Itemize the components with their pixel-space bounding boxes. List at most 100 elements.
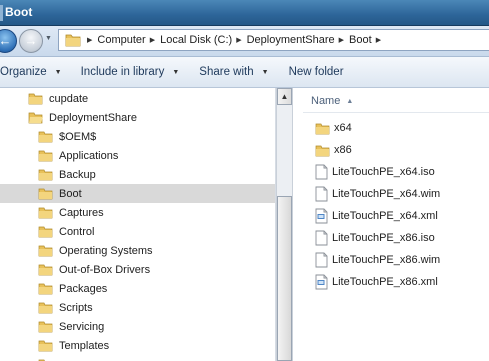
address-bar: ← → ▼ ▶ Computer ▶ Local Disk (C:) ▶ Dep… — [0, 26, 489, 57]
tree-item-cupdate[interactable]: cupdate — [0, 89, 275, 108]
share-with-label: Share with — [199, 66, 254, 78]
folder-icon — [38, 226, 53, 238]
tree-item-label: Operating Systems — [59, 244, 153, 257]
tree-item-label: Control — [59, 225, 95, 238]
recent-pages-dropdown-icon[interactable]: ▼ — [45, 35, 52, 42]
tree-item-out-of-box-drivers[interactable]: Out-of-Box Drivers — [0, 260, 275, 279]
back-button[interactable]: ← — [0, 29, 17, 53]
folder-icon — [38, 131, 53, 143]
tree-item-servicing[interactable]: Servicing — [0, 317, 275, 336]
tree-item-partial[interactable] — [0, 355, 275, 361]
chevron-down-icon: ▼ — [54, 68, 62, 76]
breadcrumb-chevron-icon[interactable]: ▶ — [376, 36, 381, 44]
file-name: LiteTouchPE_x86.iso — [332, 232, 435, 244]
file-name: LiteTouchPE_x64.wim — [332, 188, 441, 200]
breadcrumb-deploymentshare[interactable]: DeploymentShare — [247, 34, 335, 46]
share-with-button[interactable]: Share with ▼ — [199, 66, 268, 78]
back-arrow-icon: ← — [0, 33, 12, 48]
tree-item-operating-systems[interactable]: Operating Systems — [0, 241, 275, 260]
file-icon — [315, 230, 328, 246]
file-item-litetouchpe-x86-iso[interactable]: LiteTouchPE_x86.iso — [315, 228, 435, 248]
tree-item-label: $OEM$ — [59, 130, 97, 143]
new-folder-label: New folder — [288, 66, 344, 78]
address-field[interactable]: ▶ Computer ▶ Local Disk (C:) ▶ Deploymen… — [58, 29, 489, 51]
xml-file-icon — [315, 274, 328, 290]
tree-item-label: Boot — [59, 187, 82, 200]
folder-icon — [38, 321, 53, 333]
new-folder-button[interactable]: New folder — [289, 66, 344, 78]
file-icon — [315, 252, 328, 268]
folder-icon — [28, 93, 43, 105]
scroll-up-arrow-icon: ▲ — [280, 92, 289, 101]
scroll-up-button[interactable]: ▲ — [277, 88, 292, 105]
breadcrumb-boot[interactable]: Boot — [349, 34, 372, 46]
window-icon — [0, 5, 3, 21]
breadcrumb: ▶ Computer ▶ Local Disk (C:) ▶ Deploymen… — [83, 30, 386, 50]
navigation-pane[interactable]: cupdate DeploymentShare $OEM$ Applicatio… — [0, 88, 276, 361]
folder-icon — [38, 207, 53, 219]
folder-icon — [38, 264, 53, 276]
tree-item-label: Scripts — [59, 301, 93, 314]
title-bar[interactable]: Boot — [0, 0, 489, 26]
tree-item-captures[interactable]: Captures — [0, 203, 275, 222]
tree-item-label: Applications — [59, 149, 119, 162]
file-item-litetouchpe-x64-wim[interactable]: LiteTouchPE_x64.wim — [315, 184, 440, 204]
tree-item-deploymentshare[interactable]: DeploymentShare — [0, 108, 275, 127]
folder-icon — [38, 150, 53, 162]
file-name: LiteTouchPE_x86.wim — [332, 254, 441, 266]
tree-item-label: Templates — [59, 339, 110, 352]
forward-button[interactable]: → — [19, 29, 43, 53]
include-in-library-button[interactable]: Include in library ▼ — [81, 66, 180, 78]
folder-icon — [38, 302, 53, 314]
breadcrumb-chevron-icon[interactable]: ▶ — [236, 36, 241, 44]
file-name: x64 — [334, 122, 352, 134]
scrollbar-thumb[interactable] — [277, 196, 292, 361]
folder-open-icon — [28, 112, 43, 124]
tree-item-label: Servicing — [59, 320, 105, 333]
tree-item-label: Packages — [59, 282, 108, 295]
tree-item-oem[interactable]: $OEM$ — [0, 127, 275, 146]
folder-icon — [38, 188, 53, 200]
tree-item-control[interactable]: Control — [0, 222, 275, 241]
file-item-litetouchpe-x64-iso[interactable]: LiteTouchPE_x64.iso — [315, 162, 435, 182]
tree-item-label: Backup — [59, 168, 96, 181]
file-list-pane[interactable]: Name ▲ x64 x86 LiteTouchPE_x64.iso LiteT… — [293, 88, 489, 361]
tree-item-boot[interactable]: Boot — [0, 184, 275, 203]
tree-item-scripts[interactable]: Scripts — [0, 298, 275, 317]
breadcrumb-computer[interactable]: Computer — [97, 34, 145, 46]
include-in-library-label: Include in library — [80, 66, 165, 78]
breadcrumb-chevron-icon[interactable]: ▶ — [87, 36, 92, 44]
file-item-litetouchpe-x86-xml[interactable]: LiteTouchPE_x86.xml — [315, 272, 438, 292]
file-item-x86[interactable]: x86 — [315, 140, 352, 160]
tree-item-backup[interactable]: Backup — [0, 165, 275, 184]
folder-icon — [38, 283, 53, 295]
breadcrumb-local-disk[interactable]: Local Disk (C:) — [160, 34, 232, 46]
folder-icon — [38, 169, 53, 181]
folder-icon — [38, 340, 53, 352]
name-column-header[interactable]: Name ▲ — [303, 90, 489, 113]
chevron-down-icon: ▼ — [172, 68, 180, 76]
window-title: Boot — [5, 5, 33, 19]
organize-label: Organize — [0, 66, 47, 78]
tree-item-packages[interactable]: Packages — [0, 279, 275, 298]
tree-item-label: cupdate — [49, 92, 89, 105]
file-name: LiteTouchPE_x64.xml — [332, 210, 438, 222]
file-name: x86 — [334, 144, 352, 156]
file-item-litetouchpe-x86-wim[interactable]: LiteTouchPE_x86.wim — [315, 250, 440, 270]
xml-file-icon — [315, 208, 328, 224]
tree-item-applications[interactable]: Applications — [0, 146, 275, 165]
breadcrumb-chevron-icon[interactable]: ▶ — [150, 36, 155, 44]
folder-icon — [315, 123, 330, 134]
folder-icon — [315, 145, 330, 156]
forward-arrow-icon: → — [24, 33, 38, 48]
organize-button[interactable]: Organize ▼ — [0, 66, 62, 78]
tree-item-templates[interactable]: Templates — [0, 336, 275, 355]
navigation-scrollbar[interactable]: ▲ — [276, 88, 293, 361]
tree-item-label: Out-of-Box Drivers — [59, 263, 151, 276]
file-item-litetouchpe-x64-xml[interactable]: LiteTouchPE_x64.xml — [315, 206, 438, 226]
file-icon — [315, 164, 328, 180]
folder-icon — [38, 245, 53, 257]
breadcrumb-chevron-icon[interactable]: ▶ — [339, 36, 344, 44]
tree-item-label: Captures — [59, 206, 104, 219]
file-item-x64[interactable]: x64 — [315, 118, 352, 138]
